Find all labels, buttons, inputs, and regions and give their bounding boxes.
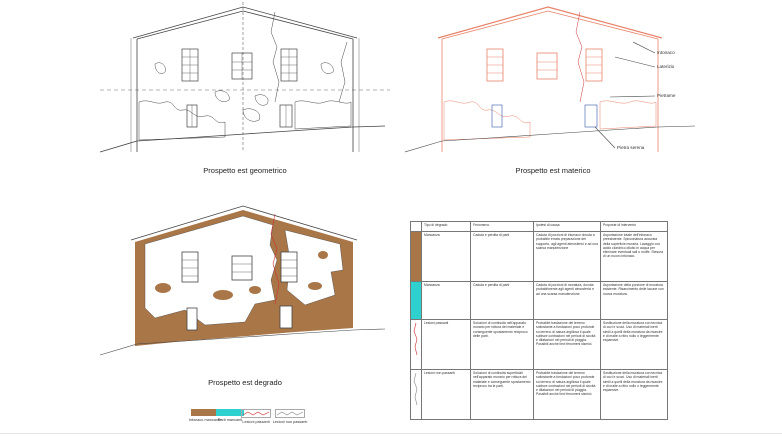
header-type: Tipo di degrado: [421, 221, 471, 232]
cell-phenomenon: Soluzioni di continuità nell'apparato mu…: [470, 319, 534, 370]
row-swatch-crack-red: [410, 319, 422, 370]
cell-cause: Caduta di porzioni di intonaco dovuta a …: [533, 231, 601, 282]
cell-cause: Caduta di porzioni di muratura, dovuta p…: [533, 281, 601, 320]
cell-intervention: Asportazione della porzione di muratura …: [600, 281, 668, 320]
elevation-material: [405, 6, 696, 153]
decay-table: Tipo di degrado Fenomeno Ipotesi di caus…: [410, 221, 668, 420]
elevation-geometric: [99, 2, 390, 153]
legend-label: Lesioni non passanti: [272, 420, 308, 424]
cell-intervention: Sostituzione della muratura con tecnica …: [600, 319, 668, 370]
header-phenomenon: Fenomeno: [470, 221, 534, 232]
cell-type: Mancanza: [421, 281, 471, 320]
cell-intervention: Asportazione totale dell'intonaco preesi…: [600, 231, 668, 282]
caption-geometric: Prospetto est geometrico: [203, 166, 287, 175]
bottom-divider: [0, 433, 782, 434]
table-row: Lesioni non passanti Soluzioni di contin…: [410, 369, 668, 420]
cell-type: Mancanza: [421, 231, 471, 282]
caption-decay: Prospetto est degrado: [208, 378, 282, 387]
label-laterizio: Laterizio: [657, 64, 675, 69]
decay-table-wrapper: Tipo di degrado Fenomeno Ipotesi di caus…: [410, 221, 668, 420]
elevation-decay: [99, 205, 386, 356]
cell-cause: Probabile traslazione del terreno sottos…: [533, 369, 601, 420]
label-pietra-serena: Pietra serena: [617, 145, 645, 150]
table-row: Mancanza Caduta e perdita di parti Cadut…: [410, 281, 668, 320]
header-cause: Ipotesi di causa: [533, 221, 601, 232]
legend-swatch: [275, 409, 305, 418]
row-swatch-crack-grey: [410, 369, 422, 420]
table-row: Lesioni passanti Soluzioni di continuità…: [410, 319, 668, 370]
row-swatch-cyan: [410, 281, 422, 320]
label-intonaco: Intonaco: [657, 50, 675, 55]
table-header-row: Tipo di degrado Fenomeno Ipotesi di caus…: [410, 221, 668, 232]
legend-lesioni-non-passanti: Lesioni non passanti: [270, 409, 310, 425]
cell-intervention: Sostituzione della muratura con tecnica …: [600, 369, 668, 420]
table-row: Mancanza Caduta e perdita di parti Cadut…: [410, 231, 668, 282]
caption-material: Prospetto est materico: [515, 166, 591, 175]
cell-type: Lesioni non passanti: [421, 369, 471, 420]
row-swatch-brown: [410, 231, 422, 282]
cell-phenomenon: Soluzioni di continuità superficiali nel…: [470, 369, 534, 420]
cell-type: Lesioni passanti: [421, 319, 471, 370]
cell-cause: Probabile traslazione del terreno sottos…: [533, 319, 601, 370]
label-pietrame: Pietrame: [657, 93, 676, 98]
header-intervention: Proposte di intervento: [600, 221, 668, 232]
legend-swatch: [241, 409, 271, 418]
cell-phenomenon: Caduta e perdita di parti: [470, 231, 534, 282]
cell-phenomenon: Caduta e perdita di parti: [470, 281, 534, 320]
